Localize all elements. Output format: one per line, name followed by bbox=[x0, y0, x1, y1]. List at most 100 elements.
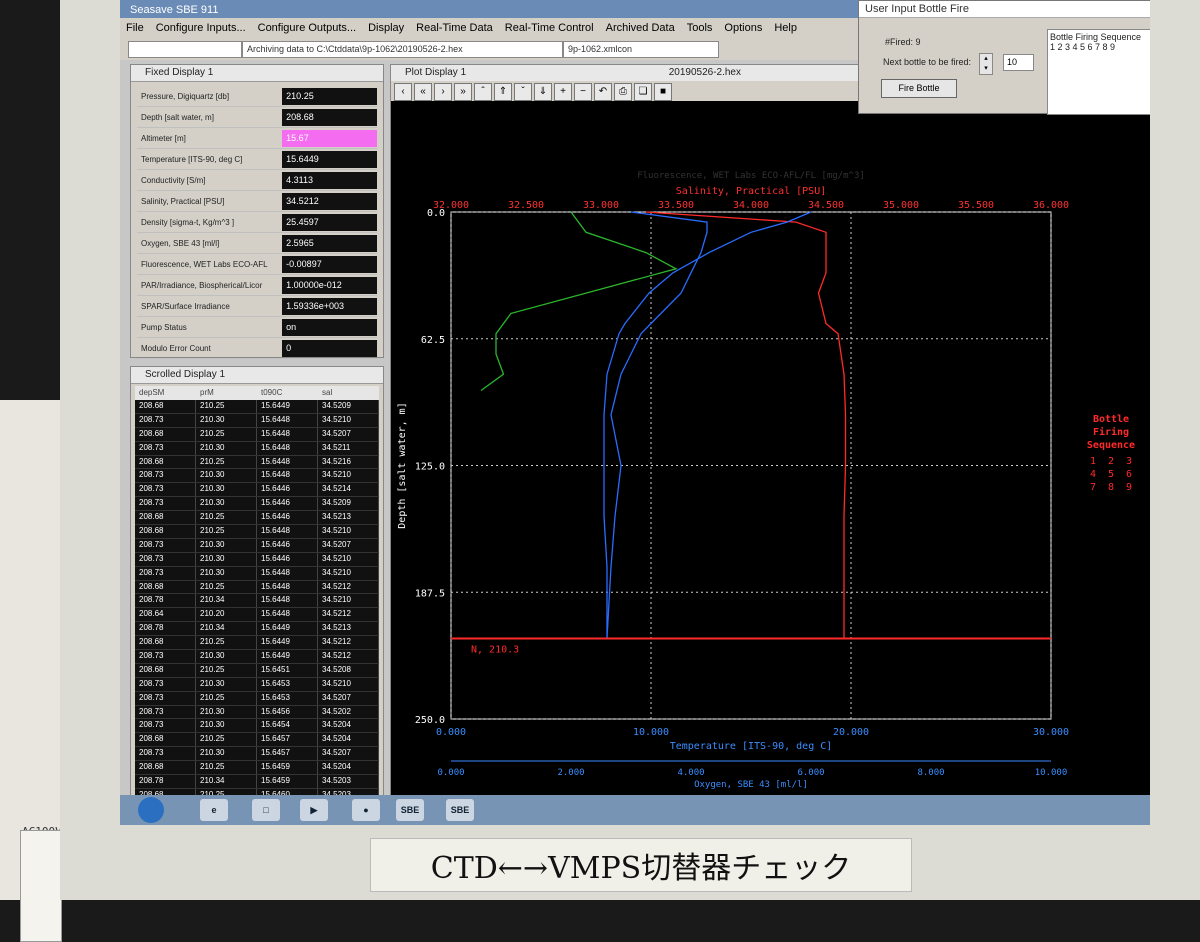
table-cell: 208.68 bbox=[135, 400, 196, 413]
start-button[interactable] bbox=[138, 797, 164, 823]
fixed-display-window: Fixed Display 1 Pressure, Digiquartz [db… bbox=[130, 64, 384, 359]
plot-display-file: 20190526-2.hex bbox=[668, 67, 741, 78]
table-cell: 210.34 bbox=[196, 622, 257, 636]
prev-page-icon[interactable]: « bbox=[414, 83, 432, 101]
status-empty bbox=[128, 41, 242, 58]
table-cell: 208.68 bbox=[135, 525, 196, 538]
bottle-sequence-box: Bottle Firing Sequence 1 2 3 4 5 6 7 8 9 bbox=[1047, 29, 1150, 115]
scrolled-display-window: Scrolled Display 1 depSM prM t090C sal 208.6… bbox=[130, 366, 384, 797]
sbe-app-1[interactable]: SBE bbox=[396, 799, 424, 821]
table-cell: 34.5212 bbox=[318, 636, 379, 650]
table-cell: 210.30 bbox=[196, 441, 257, 455]
sal-tick-label: 33.500 bbox=[658, 200, 694, 211]
browser-icon[interactable]: e bbox=[200, 799, 228, 821]
sbe-app-2[interactable]: SBE bbox=[446, 799, 474, 821]
table-cell: 15.6446 bbox=[257, 538, 318, 552]
table-cell: 15.6457 bbox=[257, 733, 318, 747]
table-row: 208.73 210.30 15.6456 34.5202 bbox=[135, 705, 379, 720]
table-cell: 208.68 bbox=[135, 511, 196, 525]
column-header: depSM bbox=[139, 388, 165, 397]
oxy-tick-label: 0.000 bbox=[437, 768, 464, 778]
table-row: 208.68 210.25 15.6449 34.5209 bbox=[135, 400, 379, 414]
menu-real-time-data[interactable]: Real-Time Data bbox=[410, 22, 499, 34]
save-icon[interactable]: ■ bbox=[654, 83, 672, 101]
bottle-seq-number: 9 bbox=[1126, 482, 1132, 493]
bottle-seq-number: 7 bbox=[1090, 482, 1096, 493]
first-icon[interactable]: ‹ bbox=[394, 83, 412, 101]
menu-tools[interactable]: Tools bbox=[681, 22, 719, 34]
table-cell: 208.73 bbox=[135, 691, 196, 705]
table-row: 208.78 210.34 15.6449 34.5213 bbox=[135, 622, 379, 637]
media-icon[interactable]: ▶ bbox=[300, 799, 328, 821]
table-cell: 34.5207 bbox=[318, 691, 379, 705]
table-cell: 15.6446 bbox=[257, 552, 318, 566]
down-fast-icon[interactable]: ⇓ bbox=[534, 83, 552, 101]
table-cell: 208.73 bbox=[135, 705, 196, 719]
down-icon[interactable]: ˇ bbox=[514, 83, 532, 101]
table-row: 208.73 210.30 15.6448 34.5210 bbox=[135, 469, 379, 484]
globe-icon[interactable]: ● bbox=[352, 799, 380, 821]
copy-icon[interactable]: ❏ bbox=[634, 83, 652, 101]
next-page-icon[interactable]: » bbox=[454, 83, 472, 101]
oxy-axis-label: Oxygen, SBE 43 [ml/l] bbox=[694, 780, 808, 790]
menu-help[interactable]: Help bbox=[768, 22, 803, 34]
sal-tick-label: 32.000 bbox=[433, 200, 469, 211]
menu-real-time-control[interactable]: Real-Time Control bbox=[499, 22, 600, 34]
zoom-in-icon[interactable]: + bbox=[554, 83, 572, 101]
fixed-row: Temperature [ITS-90, deg C] 15.6449 bbox=[137, 149, 377, 170]
wall: AC100V bbox=[0, 400, 62, 942]
bottle-sequence-value: 1 2 3 4 5 6 7 8 9 bbox=[1050, 42, 1116, 52]
table-cell: 15.6446 bbox=[257, 483, 318, 497]
menu-options[interactable]: Options bbox=[718, 22, 768, 34]
print-icon[interactable]: ⎙ bbox=[614, 83, 632, 101]
oxy-tick-label: 4.000 bbox=[677, 768, 704, 778]
menu-archived-data[interactable]: Archived Data bbox=[600, 22, 681, 34]
fixed-row-label: Pressure, Digiquartz [db] bbox=[141, 91, 230, 101]
fixed-row: Oxygen, SBE 43 [ml/l] 2.5965 bbox=[137, 233, 377, 254]
column-header: prM bbox=[200, 388, 214, 397]
fixed-row-value: 15.67 bbox=[282, 129, 377, 147]
table-cell: 208.78 bbox=[135, 622, 196, 636]
temp-tick-label: 30.000 bbox=[1033, 727, 1069, 738]
table-cell: 208.73 bbox=[135, 483, 196, 497]
menu-configure-inputs[interactable]: Configure Inputs... bbox=[150, 22, 252, 34]
up-icon[interactable]: ˆ bbox=[474, 83, 492, 101]
bottle-seq-number: 3 bbox=[1126, 456, 1132, 467]
folder-icon[interactable]: □ bbox=[252, 799, 280, 821]
table-row: 208.68 210.25 15.6459 34.5204 bbox=[135, 761, 379, 776]
bottle-seq-number: 8 bbox=[1108, 482, 1114, 493]
fixed-row-value: 210.25 bbox=[282, 87, 377, 105]
scrolled-display-title: Scrolled Display 1 bbox=[131, 367, 383, 384]
fixed-row: Salinity, Practical [PSU] 34.5212 bbox=[137, 191, 377, 212]
system-tray bbox=[832, 801, 1032, 819]
menu-file[interactable]: File bbox=[120, 22, 150, 34]
table-cell: 34.5209 bbox=[318, 497, 379, 511]
zoom-out-icon[interactable]: − bbox=[574, 83, 592, 101]
fixed-row-label: SPAR/Surface Irradiance bbox=[141, 301, 230, 311]
table-cell: 15.6449 bbox=[257, 622, 318, 636]
table-cell: 15.6448 bbox=[257, 469, 318, 483]
table-row: 208.73 210.30 15.6457 34.5207 bbox=[135, 747, 379, 762]
table-cell: 15.6453 bbox=[257, 691, 318, 705]
next-bottle-input[interactable]: 10 bbox=[1003, 54, 1034, 71]
bottle-spinner[interactable]: ▴ ▾ bbox=[979, 53, 993, 75]
table-cell: 34.5211 bbox=[318, 441, 379, 455]
fixed-row-label: Pump Status bbox=[141, 322, 187, 332]
undo-icon[interactable]: ↶ bbox=[594, 83, 612, 101]
menu-configure-outputs[interactable]: Configure Outputs... bbox=[252, 22, 362, 34]
up-fast-icon[interactable]: ⇑ bbox=[494, 83, 512, 101]
table-cell: 15.6459 bbox=[257, 761, 318, 775]
prev-icon[interactable]: › bbox=[434, 83, 452, 101]
window-title: Seasave SBE 911 bbox=[130, 4, 219, 16]
fire-bottle-button[interactable]: Fire Bottle bbox=[881, 79, 957, 98]
table-cell: 15.6448 bbox=[257, 594, 318, 608]
table-row: 208.73 210.30 15.6446 34.5210 bbox=[135, 552, 379, 567]
temp-tick-label: 10.000 bbox=[633, 727, 669, 738]
taskbar: e □ ▶ ● SBE SBE bbox=[120, 795, 1150, 825]
table-cell: 208.73 bbox=[135, 650, 196, 663]
fixed-row: Conductivity [S/m] 4.3113 bbox=[137, 170, 377, 191]
table-cell: 34.5210 bbox=[318, 469, 379, 483]
scrolled-display-table: depSM prM t090C sal 208.68 210.25 15.6449 34.52… bbox=[131, 384, 383, 796]
menu-display[interactable]: Display bbox=[362, 22, 410, 34]
table-row: 208.73 210.25 15.6453 34.5207 bbox=[135, 691, 379, 706]
